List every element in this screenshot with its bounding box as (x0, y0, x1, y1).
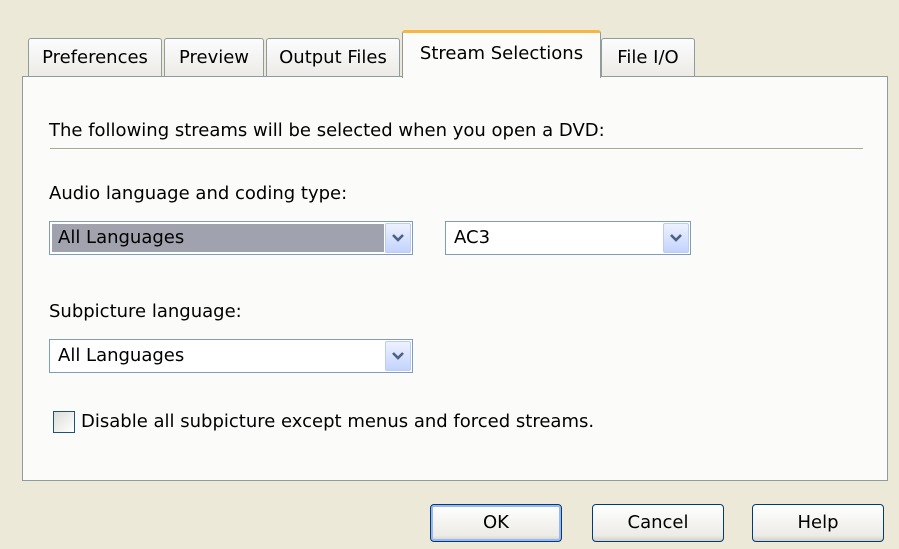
subpicture-language-select[interactable]: All Languages (49, 339, 413, 373)
disable-subpicture-checkbox[interactable] (53, 411, 75, 433)
subpicture-language-label: Subpicture language: (49, 301, 242, 322)
audio-coding-value: AC3 (454, 227, 491, 248)
chevron-down-icon[interactable] (385, 341, 411, 371)
cancel-button[interactable]: Cancel (592, 504, 724, 542)
tab-strip: Preferences Preview Output Files Stream … (28, 28, 888, 78)
audio-language-select[interactable]: All Languages (49, 221, 413, 255)
disable-subpicture-label[interactable]: Disable all subpicture except menus and … (81, 411, 594, 432)
separator (50, 148, 863, 150)
tab-stream-selections[interactable]: Stream Selections (402, 30, 601, 78)
tab-preview[interactable]: Preview (164, 38, 264, 76)
ok-button[interactable]: OK (430, 504, 562, 542)
audio-language-label: Audio language and coding type: (49, 183, 348, 204)
tab-output-files[interactable]: Output Files (266, 38, 400, 76)
stream-selections-panel: The following streams will be selected w… (22, 76, 888, 481)
chevron-down-icon[interactable] (385, 223, 411, 253)
help-button[interactable]: Help (752, 504, 884, 542)
intro-text: The following streams will be selected w… (49, 120, 605, 141)
tab-preferences[interactable]: Preferences (28, 38, 162, 76)
subpicture-language-value: All Languages (58, 345, 185, 366)
tab-file-io[interactable]: File I/O (601, 38, 695, 76)
audio-language-value: All Languages (52, 224, 384, 252)
chevron-down-icon[interactable] (663, 223, 689, 253)
audio-coding-select[interactable]: AC3 (445, 221, 691, 255)
